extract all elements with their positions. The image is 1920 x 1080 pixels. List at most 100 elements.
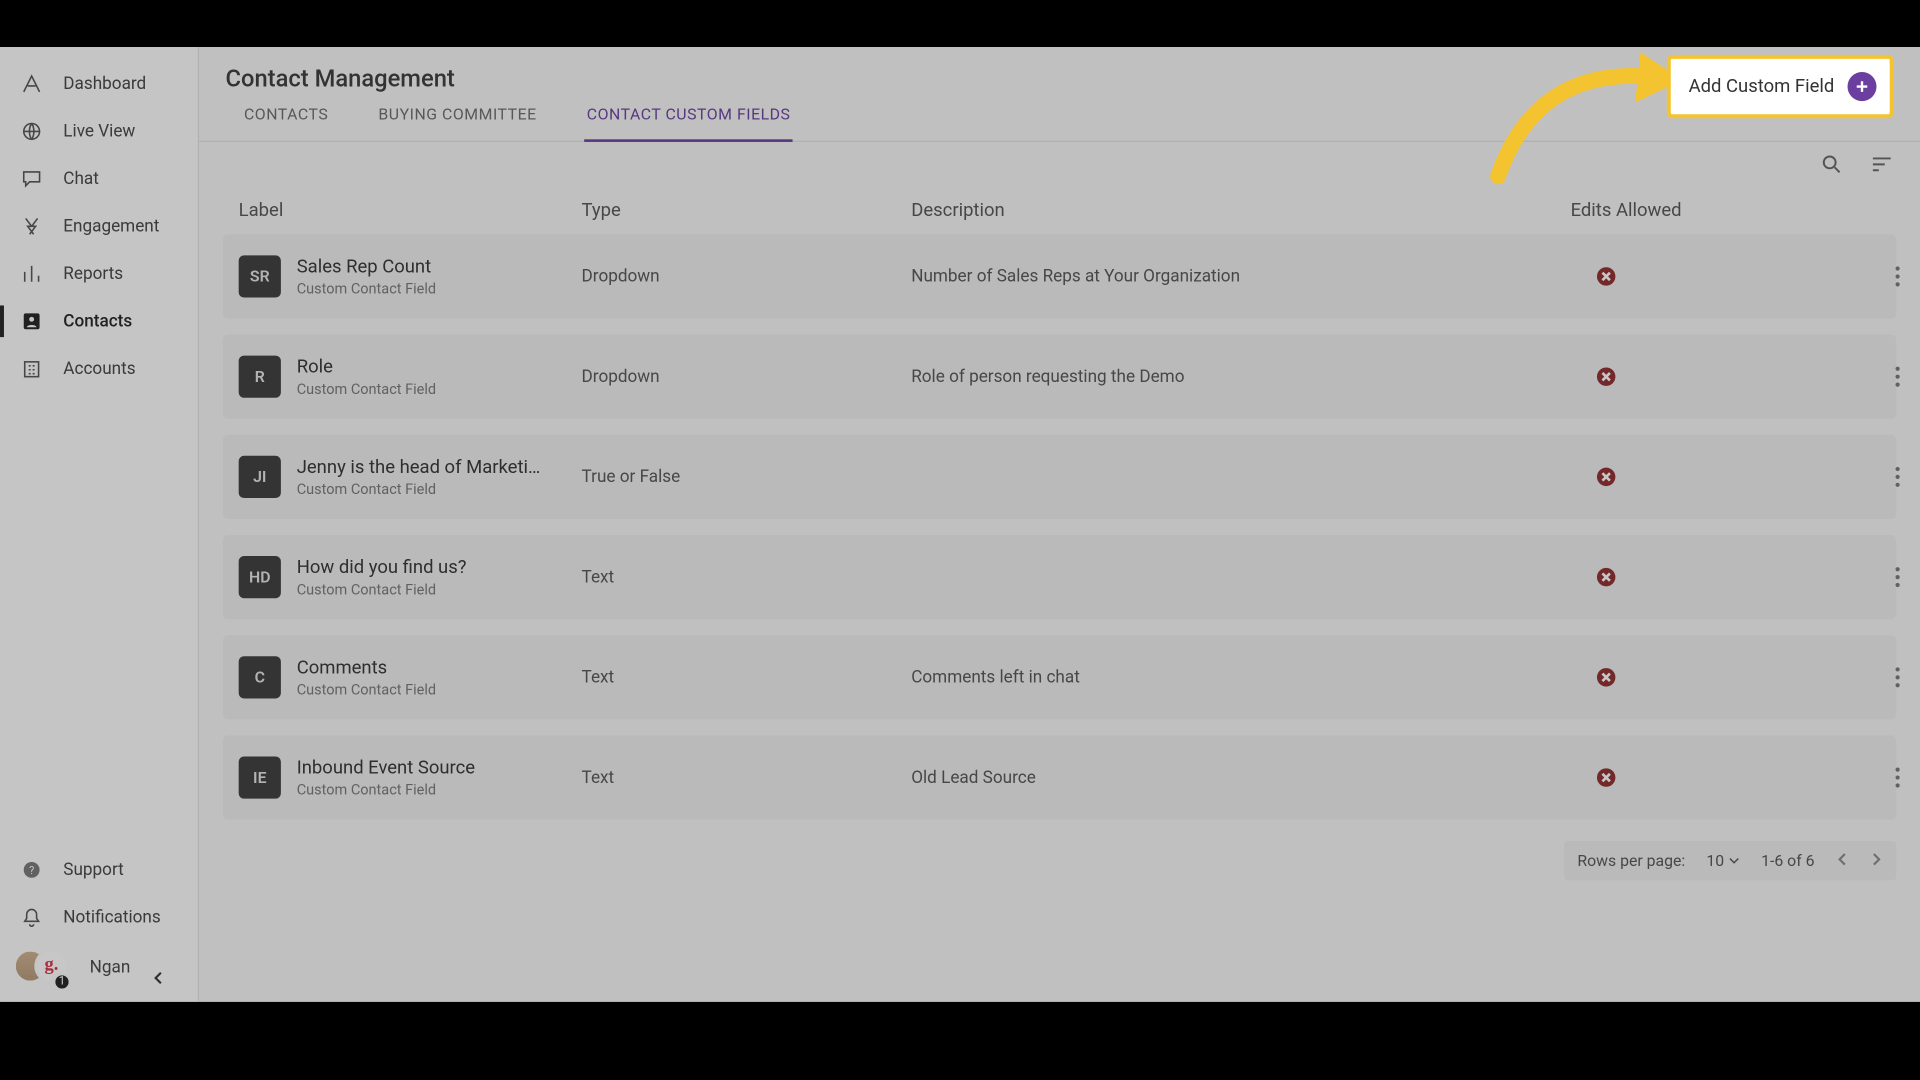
sidebar-item-chat[interactable]: Chat (0, 155, 198, 202)
sidebar-item-support[interactable]: ? Support (0, 846, 198, 893)
sidebar-item-accounts[interactable]: Accounts (0, 345, 198, 392)
help-icon: ? (18, 857, 44, 883)
edits-disallowed-icon (1597, 668, 1615, 686)
sidebar-item-label: Notifications (63, 907, 160, 927)
sidebar-item-label: Engagement (63, 216, 159, 236)
rows-per-page-select[interactable]: 10 (1706, 851, 1740, 869)
sidebar-item-label: Contacts (63, 311, 132, 331)
row-subtype: Custom Contact Field (297, 480, 541, 497)
row-menu-icon[interactable] (1821, 266, 1900, 287)
table-row[interactable]: IE Inbound Event SourceCustom Contact Fie… (223, 735, 1896, 819)
person-icon (18, 308, 44, 334)
bars-icon (18, 261, 44, 287)
sidebar-item-notifications[interactable]: Notifications (0, 894, 198, 941)
search-icon[interactable] (1820, 152, 1844, 181)
edits-disallowed-icon (1597, 568, 1615, 586)
sidebar-item-label: Dashboard (63, 74, 146, 94)
row-label: How did you find us? (297, 557, 467, 581)
table-header: Label Type Description Edits Allowed (223, 200, 1896, 234)
row-type: Text (582, 667, 912, 687)
row-label: Comments (297, 657, 436, 681)
row-type: True or False (582, 467, 912, 487)
table-row[interactable]: CCommentsCustom Contact FieldTextComment… (223, 635, 1896, 719)
row-subtype: Custom Contact Field (297, 380, 436, 397)
table-row[interactable]: SR Sales Rep CountCustom Contact Field Dro… (223, 234, 1896, 318)
globe-icon (18, 118, 44, 144)
header-bar: Contact Management CONTACTS BUYING COMMIT… (199, 47, 1920, 142)
row-label: Inbound Event Source (297, 757, 475, 781)
row-type: Dropdown (582, 267, 912, 287)
row-subtype: Custom Contact Field (297, 581, 467, 598)
row-initials: JI (239, 456, 281, 498)
row-initials: R (239, 356, 281, 398)
row-label: Role (297, 356, 436, 380)
tab-buying-committee[interactable]: BUYING COMMITTEE (376, 89, 540, 142)
prev-page-icon[interactable] (1836, 851, 1849, 869)
col-type: Type (582, 200, 912, 221)
tab-contact-custom-fields[interactable]: CONTACT CUSTOM FIELDS (584, 89, 793, 142)
row-initials: HD (239, 556, 281, 598)
logo-icon (18, 71, 44, 97)
add-custom-field-label: Add Custom Field (1689, 76, 1835, 97)
edits-disallowed-icon (1597, 267, 1615, 285)
rows-per-page-label: Rows per page: (1577, 851, 1685, 869)
sort-icon[interactable] (1870, 152, 1894, 181)
user-name: Ngan (90, 958, 131, 978)
edits-disallowed-icon (1597, 468, 1615, 486)
sidebar-item-label: Accounts (63, 359, 135, 379)
col-description: Description (911, 200, 1570, 221)
sidebar-item-engagement[interactable]: Engagement (0, 203, 198, 250)
next-page-icon[interactable] (1870, 851, 1883, 869)
spark-icon (18, 213, 44, 239)
sidebar: Dashboard Live View Chat Engagement Reports C… (0, 47, 199, 1002)
row-type: Text (582, 768, 912, 788)
row-initials: C (239, 656, 281, 698)
table-row[interactable]: RRoleCustom Contact FieldDropdownRole of… (223, 334, 1896, 418)
row-subtype: Custom Contact Field (297, 280, 436, 297)
row-label: Jenny is the head of Marketi… (297, 456, 541, 480)
sidebar-item-live-view[interactable]: Live View (0, 108, 198, 155)
pagination: Rows per page: 10 1-6 of 6 (1564, 841, 1896, 881)
row-menu-icon[interactable] (1821, 366, 1900, 387)
sidebar-item-label: Reports (63, 264, 123, 284)
plus-icon (1847, 72, 1876, 101)
row-initials: IE (239, 756, 281, 798)
edits-disallowed-icon (1597, 367, 1615, 385)
add-custom-field-highlight: Add Custom Field (1666, 55, 1893, 118)
col-label: Label (239, 200, 582, 221)
tab-contacts[interactable]: CONTACTS (241, 89, 331, 142)
sidebar-item-contacts[interactable]: Contacts (0, 298, 198, 345)
row-description: Number of Sales Reps at Your Organizatio… (911, 267, 1570, 287)
row-description: Comments left in chat (911, 667, 1570, 687)
page-title: Contact Management (225, 65, 454, 93)
collapse-sidebar-icon[interactable] (142, 962, 174, 994)
toolbar-icons (1820, 152, 1894, 181)
table-row[interactable]: HD How did you find us?Custom Contact Fie… (223, 535, 1896, 619)
row-initials: SR (239, 255, 281, 297)
row-menu-icon[interactable] (1821, 767, 1900, 788)
user-row[interactable]: g. 1 Ngan (0, 941, 198, 994)
edits-disallowed-icon (1597, 768, 1615, 786)
chat-icon (18, 166, 44, 192)
page-range: 1-6 of 6 (1761, 851, 1814, 869)
row-description: Role of person requesting the Demo (911, 367, 1570, 387)
main-panel: Contact Management CONTACTS BUYING COMMIT… (199, 47, 1920, 1002)
svg-text:?: ? (29, 864, 34, 877)
table-row[interactable]: JI Jenny is the head of Marketi…Custom Co… (223, 435, 1896, 519)
row-menu-icon[interactable] (1821, 567, 1900, 588)
add-custom-field-button[interactable]: Add Custom Field (1675, 64, 1884, 109)
sidebar-item-reports[interactable]: Reports (0, 250, 198, 297)
sidebar-item-label: Chat (63, 169, 99, 189)
sidebar-item-label: Support (63, 860, 123, 880)
row-type: Text (582, 567, 912, 587)
notification-badge: 1 (53, 973, 71, 991)
row-subtype: Custom Contact Field (297, 781, 475, 798)
sidebar-item-dashboard[interactable]: Dashboard (0, 60, 198, 107)
row-menu-icon[interactable] (1821, 466, 1900, 487)
building-icon (18, 356, 44, 382)
row-menu-icon[interactable] (1821, 667, 1900, 688)
bell-icon (18, 904, 44, 930)
row-label: Sales Rep Count (297, 256, 436, 280)
table: Label Type Description Edits Allowed SRS… (199, 142, 1920, 820)
row-description: Old Lead Source (911, 768, 1570, 788)
